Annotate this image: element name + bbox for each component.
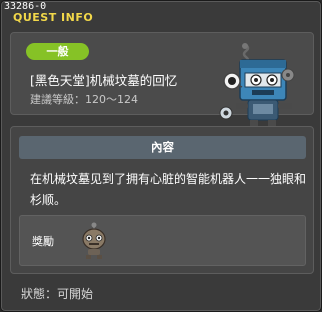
content-heading: 內容 xyxy=(19,136,306,159)
quest-status: 狀態：可開始 xyxy=(21,287,94,301)
quest-header-panel: 一般 [黑色天堂]机械坟墓的回忆 建議等級：120～124 xyxy=(10,32,314,140)
quest-description: 在机械坟墓见到了拥有心脏的智能机器人一一独眼和杉顺。 xyxy=(30,172,307,207)
reward-label: 獎勵 xyxy=(32,235,54,248)
robot-reward-icon[interactable] xyxy=(76,222,112,260)
category-badge: 一般 xyxy=(26,43,89,60)
quest-info-window: 33286-0 QUEST INFO 一般 [黑色天堂]机械坟墓的回忆 建議等級… xyxy=(0,0,322,312)
reward-box: 獎勵 xyxy=(19,215,306,266)
window-title: QUEST INFO xyxy=(13,11,94,24)
quest-name: [黑色天堂]机械坟墓的回忆 xyxy=(30,73,178,88)
content-panel: 內容 在机械坟墓见到了拥有心脏的智能机器人一一独眼和杉顺。 獎勵 xyxy=(10,126,314,274)
level-requirement: 建議等級：120～124 xyxy=(30,93,138,106)
